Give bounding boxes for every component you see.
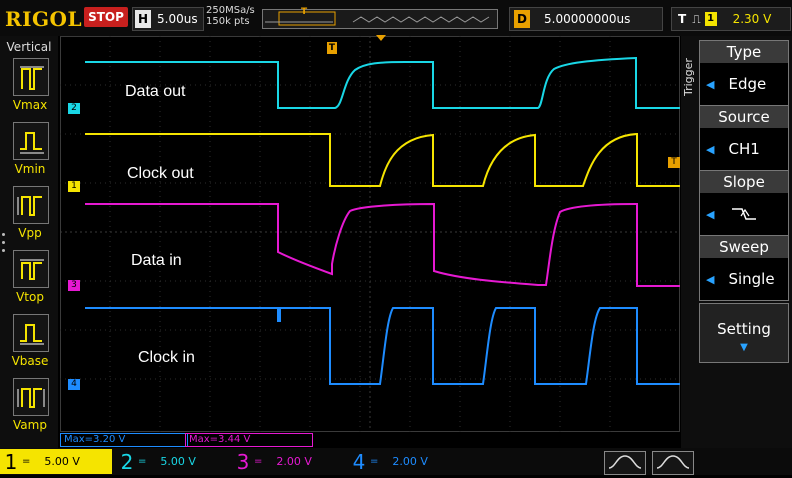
- memory-overview-strip[interactable]: T: [262, 7, 498, 29]
- channel-1-scale: 5.00 V: [44, 455, 80, 468]
- vtop-label: Vtop: [16, 290, 44, 304]
- vmax-button[interactable]: [13, 58, 49, 96]
- rising-edge-icon: ⎍: [692, 11, 701, 26]
- generator-1-icon[interactable]: [604, 451, 646, 475]
- menu-section-title: Trigger: [682, 58, 695, 96]
- measure-max-ch4: Max=3.20 V: [60, 433, 188, 447]
- label-data-out: Data out: [125, 83, 186, 100]
- trigger-readout[interactable]: T ⎍ 1 2.30 V: [671, 7, 791, 31]
- vamp-label: Vamp: [13, 418, 47, 432]
- vpp-button[interactable]: [13, 186, 49, 224]
- trigger-source-button[interactable]: Source ◀ CH1: [699, 105, 789, 171]
- trigger-setting-label: Setting: [717, 320, 771, 338]
- trigger-sweep-label: Sweep: [700, 236, 788, 258]
- ch3-ground-marker[interactable]: 3: [68, 280, 80, 291]
- trigger-slope-button[interactable]: Slope ◀: [699, 170, 789, 236]
- trigger-slope-label: Slope: [700, 171, 788, 193]
- channel-4-number: 4: [352, 449, 366, 474]
- trigger-type-button[interactable]: Type ◀ Edge: [699, 40, 789, 106]
- trigger-type-label: Type: [700, 41, 788, 63]
- delay-value: 5.00000000us: [544, 12, 631, 26]
- channel-2-button[interactable]: 2 = 5.00 V: [116, 449, 228, 474]
- run-stop-button[interactable]: STOP: [84, 7, 128, 27]
- ch2-ground-marker[interactable]: 2: [68, 103, 80, 114]
- memory-depth: 150k pts: [206, 16, 250, 27]
- vmin-label: Vmin: [14, 162, 46, 176]
- falling-edge-icon: [732, 208, 757, 220]
- channel-2-scale: 5.00 V: [160, 455, 196, 468]
- delay-readout[interactable]: D 5.00000000us: [509, 7, 663, 31]
- vbase-button[interactable]: [13, 314, 49, 352]
- waveform-display[interactable]: T 2 1 3 4 T Data out Clock out Data in C…: [60, 35, 680, 432]
- trigger-setting-button[interactable]: Setting ▼: [699, 303, 789, 363]
- vtop-button[interactable]: [13, 250, 49, 288]
- acquisition-info: 250MSa/s 150k pts: [206, 5, 255, 27]
- label-clock-out: Clock out: [127, 165, 194, 182]
- delay-label: D: [514, 10, 530, 28]
- measurement-status-row: Max=3.20 V Max=3.44 V: [60, 432, 680, 448]
- timebase-label: H: [135, 10, 151, 28]
- vbase-label: Vbase: [11, 354, 49, 368]
- left-arrow-icon: ◀: [706, 207, 715, 221]
- trigger-level-marker-icon[interactable]: T: [668, 157, 680, 168]
- trigger-sweep-value: Single: [728, 270, 775, 288]
- memory-trigger-marker-icon: T: [301, 7, 308, 17]
- vmin-button[interactable]: [13, 122, 49, 160]
- channel-bar: 1 = 5.00 V 2 = 5.00 V 3 = 2.00 V 4 = 2.0…: [0, 448, 792, 475]
- top-status-bar: RIGOL STOP H 5.00us 250MSa/s 150k pts T …: [0, 0, 792, 36]
- vamp-button[interactable]: [13, 378, 49, 416]
- measurement-panel: Vertical Vmax Vmin Vpp Vtop Vbase Vamp: [0, 36, 58, 448]
- trigger-source-label: Source: [700, 106, 788, 128]
- sample-rate: 250MSa/s: [206, 5, 255, 16]
- channel-3-number: 3: [236, 449, 250, 474]
- channel-4-scale: 2.00 V: [392, 455, 428, 468]
- channel-1-button[interactable]: 1 = 5.00 V: [0, 449, 112, 474]
- trigger-level-value: 2.30 V: [732, 12, 772, 26]
- trigger-position-marker-icon[interactable]: T: [327, 42, 337, 54]
- trigger-source-value: CH1: [728, 140, 760, 158]
- horizontal-timebase[interactable]: H 5.00us: [132, 7, 204, 31]
- trigger-label: T: [678, 12, 687, 26]
- trigger-section-label: Trigger: [682, 58, 695, 96]
- brand-logo: RIGOL: [5, 7, 83, 31]
- dc-coupling-icon: =: [370, 456, 379, 467]
- vmax-label: Vmax: [12, 98, 48, 112]
- channel-4-button[interactable]: 4 = 2.00 V: [348, 449, 460, 474]
- trigger-sweep-button[interactable]: Sweep ◀ Single: [699, 235, 789, 301]
- dc-coupling-icon: =: [138, 456, 147, 467]
- channel-3-scale: 2.00 V: [276, 455, 312, 468]
- trigger-source-badge: 1: [704, 12, 717, 26]
- left-arrow-icon: ◀: [706, 77, 715, 91]
- label-clock-in: Clock in: [138, 349, 195, 366]
- dc-coupling-icon: =: [22, 456, 31, 467]
- ch4-ground-marker[interactable]: 4: [68, 379, 80, 390]
- dc-coupling-icon: =: [254, 456, 263, 467]
- label-data-in: Data in: [131, 252, 182, 269]
- left-arrow-icon: ◀: [706, 272, 715, 286]
- timebase-value: 5.00us: [157, 12, 198, 26]
- chevron-down-icon: ▼: [740, 342, 748, 353]
- channel-1-number: 1: [4, 449, 18, 474]
- generator-2-icon[interactable]: [652, 451, 694, 475]
- panel-title: Vertical: [6, 40, 52, 54]
- vpp-label: Vpp: [18, 226, 42, 240]
- delay-position-marker-icon[interactable]: [376, 35, 386, 41]
- channel-2-number: 2: [120, 449, 134, 474]
- channel-3-button[interactable]: 3 = 2.00 V: [232, 449, 344, 474]
- left-arrow-icon: ◀: [706, 142, 715, 156]
- measure-max-ch3: Max=3.44 V: [185, 433, 313, 447]
- trigger-type-value: Edge: [728, 75, 767, 93]
- ch1-ground-marker[interactable]: 1: [68, 181, 80, 192]
